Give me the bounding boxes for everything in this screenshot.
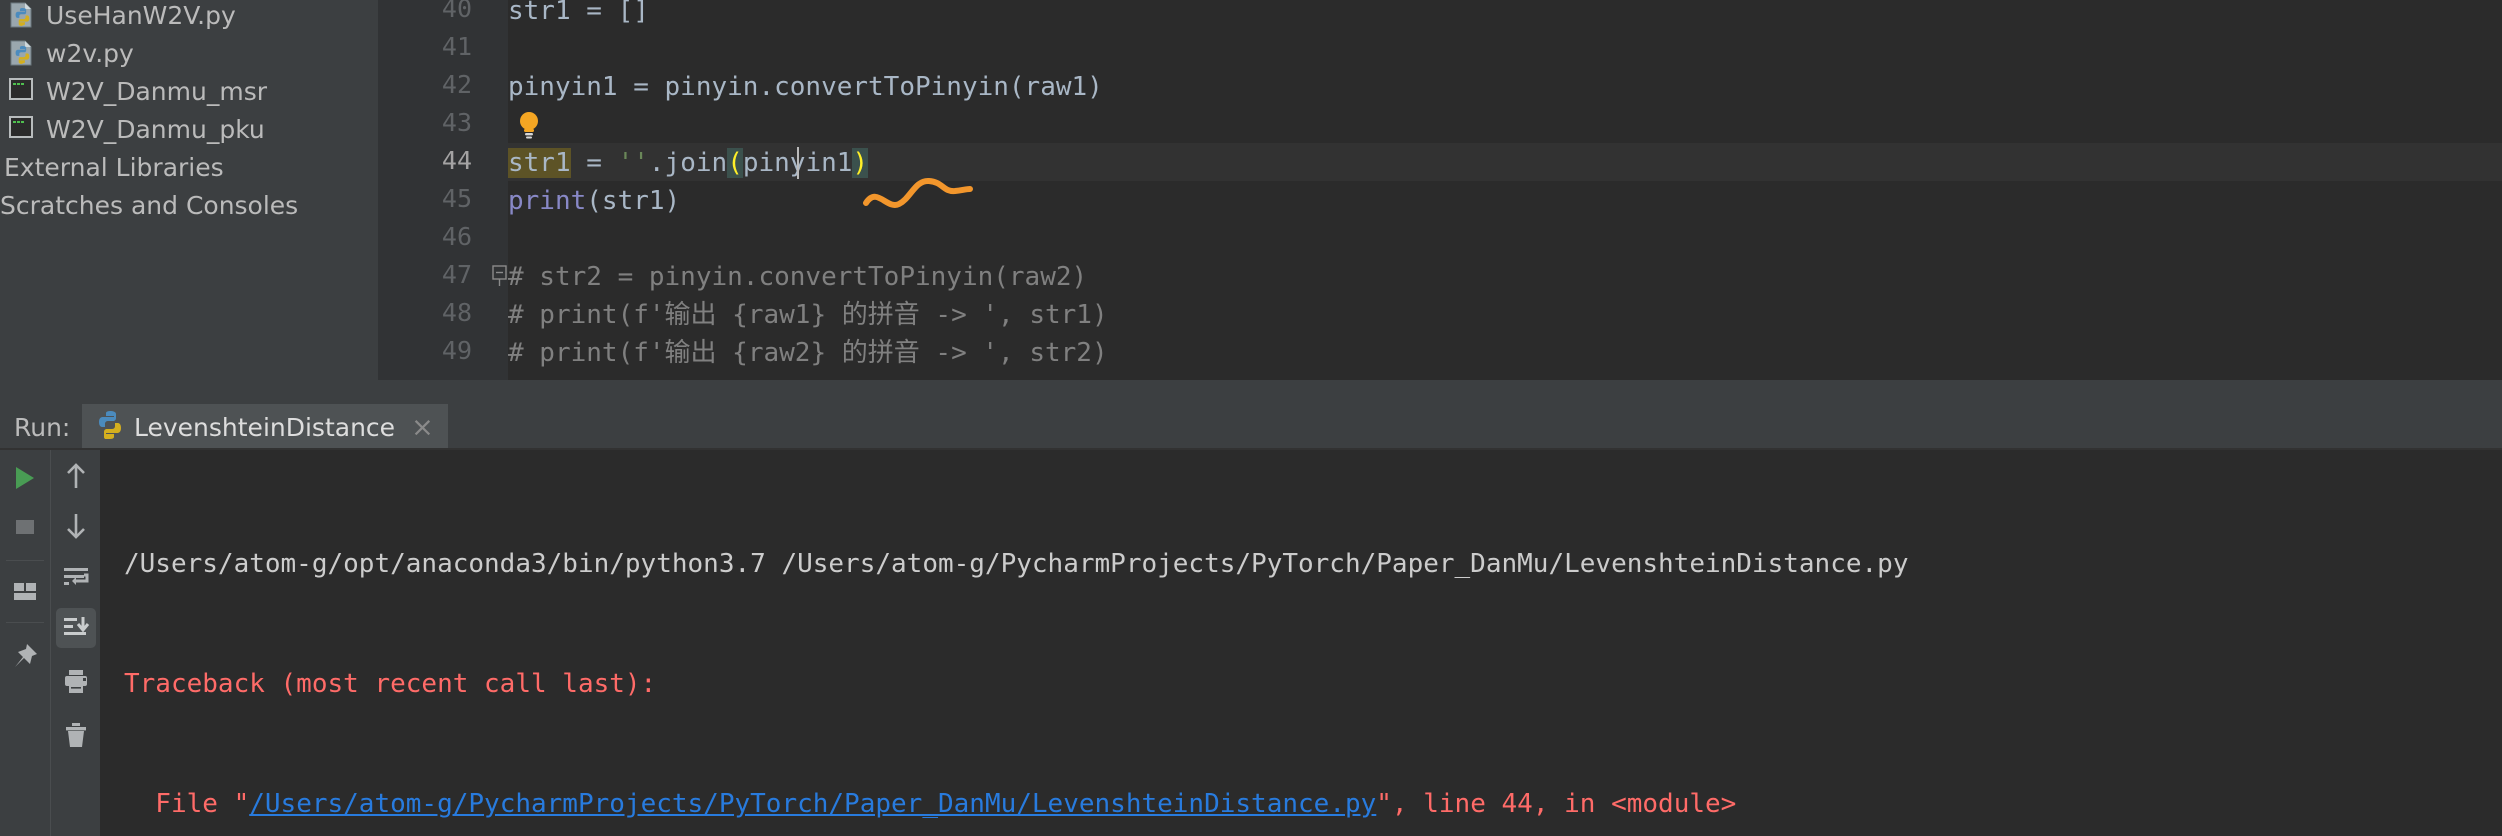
builtin-function: print [508, 186, 587, 216]
pin-icon [15, 644, 37, 667]
run-tab-label: LevenshteinDistance [134, 412, 396, 442]
console-file-line: File "/Users/atom-g/PycharmProjects/PyTo… [124, 784, 2502, 824]
tree-item-label: External Libraries [4, 152, 224, 182]
tree-item-scratches-and-consoles[interactable]: Scratches and Consoles [0, 186, 298, 224]
tree-item-w2v-danmu-msr[interactable]: W2V_Danmu_msr [0, 72, 267, 110]
tree-item-label: W2V_Danmu_pku [46, 114, 265, 144]
scroll-to-end-button[interactable] [56, 608, 96, 648]
rerun-button[interactable] [5, 458, 45, 498]
code-line-45: print(str1) [508, 182, 680, 220]
python-icon [96, 411, 124, 443]
run-window-label: Run: [0, 404, 84, 450]
run-console-toolbar [50, 450, 101, 836]
run-label-text: Run: [14, 412, 71, 442]
binary-file-icon [8, 76, 38, 106]
printer-icon [65, 670, 87, 693]
project-tree-panel[interactable]: UseHanW2V.py w2v.py W2V_Danmu_msr W2V_Da… [0, 0, 378, 404]
tree-item-w2v-danmu-pku[interactable]: W2V_Danmu_pku [0, 110, 265, 148]
code-text: # print(f'输出 {raw2} 的拼音 -> ', str2) [508, 338, 1108, 368]
clear-all-button[interactable] [56, 716, 96, 756]
code-text: = [570, 148, 618, 178]
console-file-prefix: File " [124, 789, 250, 819]
stop-square-icon [16, 520, 34, 534]
run-window-header: Run: LevenshteinDistance × [0, 404, 2502, 450]
line-number: 47 [441, 260, 472, 289]
toolbar-divider [6, 560, 44, 561]
tree-item-label: w2v.py [46, 38, 134, 68]
fold-minus-icon[interactable] [492, 265, 508, 287]
play-icon [16, 467, 34, 489]
line-number: 49 [441, 336, 472, 365]
orange-squiggle-annotation [863, 178, 973, 208]
code-line-44: str1 = ''.join(pinyin1) [508, 144, 869, 182]
binary-file-icon [8, 114, 38, 144]
down-the-stack-trace-button[interactable] [56, 506, 96, 546]
code-text: str1 = [] [508, 0, 649, 26]
fold-gutter[interactable] [490, 0, 508, 404]
intention-bulb-icon[interactable] [516, 110, 542, 140]
stop-button[interactable] [5, 508, 45, 548]
toolbar-divider [6, 622, 44, 623]
line-number: 46 [441, 222, 472, 251]
run-left-toolbar [0, 450, 50, 836]
tree-item-label: Scratches and Consoles [0, 190, 299, 220]
console-command-line: /Users/atom-g/opt/anaconda3/bin/python3.… [124, 549, 1909, 579]
line-number: 45 [441, 184, 472, 213]
tree-item-usehanw2v[interactable]: UseHanW2V.py [0, 0, 236, 34]
tree-item-label: UseHanW2V.py [46, 0, 236, 30]
code-line-47: # str2 = pinyin.convertToPinyin(raw2) [508, 258, 1087, 296]
code-text: # print(f'输出 {raw1} 的拼音 -> ', str1) [508, 300, 1108, 330]
code-editor[interactable]: 40 41 42 43 44 45 46 47 48 49 str1 = [] … [378, 0, 2502, 404]
arrow-down-icon [67, 514, 85, 539]
trash-icon [66, 723, 86, 747]
console-file-suffix: ", line 44, in <module> [1376, 789, 1737, 819]
tree-item-w2v[interactable]: w2v.py [0, 34, 134, 72]
code-line-48: # print(f'输出 {raw1} 的拼音 -> ', str1) [508, 296, 1108, 334]
layout-button[interactable] [5, 572, 45, 612]
code-line-49: # print(f'输出 {raw2} 的拼音 -> ', str2) [508, 334, 1108, 372]
python-file-icon [8, 0, 38, 30]
pin-tab-button[interactable] [5, 636, 45, 676]
code-line-42: pinyin1 = pinyin.convertToPinyin(raw1) [508, 68, 1103, 106]
code-text: (str1) [586, 186, 681, 216]
console-output[interactable]: /Users/atom-g/opt/anaconda3/bin/python3.… [100, 450, 2502, 836]
tree-item-external-libraries[interactable]: External Libraries [0, 148, 224, 186]
soft-wrap-button[interactable] [56, 558, 96, 598]
tree-item-label: W2V_Danmu_msr [46, 76, 267, 106]
soft-wrap-icon [64, 568, 89, 585]
string-literal: '' [617, 148, 649, 178]
line-number: 43 [441, 108, 472, 137]
code-text: pinyin1 = pinyin.convertToPinyin(raw1) [508, 72, 1103, 102]
matched-brace: ( [727, 148, 743, 178]
python-file-icon [8, 38, 38, 68]
code-content[interactable]: str1 = [] pinyin1 = pinyin.convertToPiny… [508, 0, 2502, 404]
run-tab-levenshteindistance[interactable]: LevenshteinDistance × [82, 404, 448, 450]
scroll-to-end-icon [64, 617, 90, 635]
console-file-link[interactable]: /Users/atom-g/PycharmProjects/PyTorch/Pa… [249, 789, 1376, 819]
line-number: 42 [441, 70, 472, 99]
code-text: .join [648, 148, 728, 178]
run-tool-window: Run: LevenshteinDistance × /Users/atom-g… [0, 404, 2502, 836]
line-number: 40 [441, 0, 472, 23]
line-number-gutter: 40 41 42 43 44 45 46 47 48 49 [378, 0, 490, 404]
line-number: 41 [441, 32, 472, 61]
text-caret [797, 147, 799, 179]
up-the-stack-trace-button[interactable] [56, 456, 96, 496]
close-icon[interactable]: × [405, 414, 434, 441]
console-traceback-header: Traceback (most recent call last): [124, 669, 657, 699]
matched-brace: ) [852, 148, 869, 178]
editor-bottom-strip [378, 380, 2502, 404]
top-area: UseHanW2V.py w2v.py W2V_Danmu_msr W2V_Da… [0, 0, 2502, 404]
arrow-up-icon [67, 463, 85, 488]
identifier-highlight: str1 [508, 148, 571, 178]
line-number-current: 44 [441, 146, 472, 175]
pycharm-window: UseHanW2V.py w2v.py W2V_Danmu_msr W2V_Da… [0, 0, 2502, 836]
print-button[interactable] [56, 662, 96, 702]
layout-icon [14, 583, 36, 600]
code-line-40: str1 = [] [508, 0, 649, 30]
code-text: # str2 = pinyin.convertToPinyin(raw2) [508, 262, 1088, 292]
line-number: 48 [441, 298, 472, 327]
